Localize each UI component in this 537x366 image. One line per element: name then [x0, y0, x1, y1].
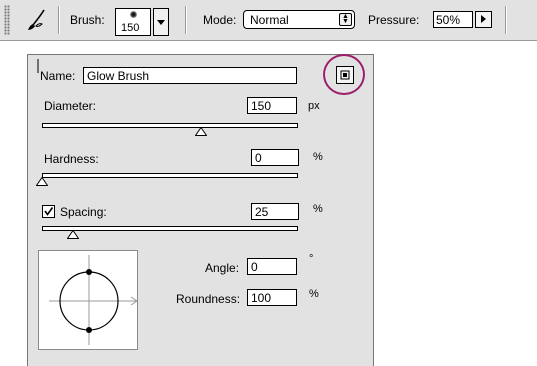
- spacing-unit: %: [313, 203, 323, 215]
- toolbar-separator: [505, 6, 507, 34]
- pressure-value: 50%: [436, 13, 461, 27]
- hardness-unit: %: [313, 151, 323, 163]
- angle-value: 0: [251, 260, 258, 274]
- angle-roundness-diagram-icon: [49, 255, 138, 345]
- up-down-stepper-icon: ▲ ▼: [339, 13, 352, 26]
- checkmark-icon: [44, 207, 54, 216]
- diameter-label: Diameter:: [44, 99, 97, 113]
- brush-shape-preview[interactable]: [38, 250, 138, 350]
- new-preset-button[interactable]: [336, 66, 354, 84]
- mode-select[interactable]: Normal ▲ ▼: [243, 10, 355, 29]
- soft-brush-tip-icon: [130, 11, 137, 18]
- spacing-label: Spacing:: [60, 205, 107, 219]
- diameter-input[interactable]: 150: [247, 97, 297, 114]
- hardness-slider-track[interactable]: [42, 173, 298, 178]
- options-bar: Brush: 150 Mode: Normal ▲ ▼ Pressure: 50%: [0, 0, 537, 41]
- pressure-input[interactable]: 50%: [433, 11, 473, 28]
- brush-size-readout: 150: [121, 22, 140, 34]
- roundness-label: Roundness:: [176, 292, 241, 306]
- diameter-slider-track[interactable]: [42, 123, 298, 128]
- new-brush-preset-icon: [340, 70, 350, 80]
- roundness-unit: %: [309, 288, 319, 300]
- brush-preset-preview[interactable]: 150: [115, 8, 151, 36]
- brush-name-input[interactable]: Glow Brush: [83, 67, 297, 84]
- toolbar-separator: [58, 6, 60, 34]
- brush-options-panel: Name: Glow Brush Diameter: 150 px Hardne…: [27, 54, 374, 366]
- mode-value: Normal: [250, 13, 289, 27]
- spacing-input[interactable]: 25: [251, 203, 299, 220]
- brush-tool-icon[interactable]: [24, 6, 52, 34]
- diameter-slider-thumb[interactable]: [194, 127, 207, 136]
- hardness-slider-thumb[interactable]: [36, 177, 48, 186]
- pressure-label: Pressure:: [368, 13, 420, 27]
- hardness-label: Hardness:: [44, 152, 99, 166]
- spacing-checkbox[interactable]: [42, 205, 55, 218]
- toolbar-grip[interactable]: [4, 5, 10, 35]
- spacing-slider-thumb[interactable]: [66, 230, 79, 239]
- hardness-value: 0: [255, 151, 262, 165]
- diameter-unit: px: [308, 100, 320, 112]
- angle-label: Angle:: [205, 261, 240, 275]
- brush-picker-dropdown-button[interactable]: [153, 8, 169, 36]
- pressure-slider-button[interactable]: [475, 11, 492, 28]
- hardness-input[interactable]: 0: [251, 149, 299, 166]
- roundness-value: 100: [251, 291, 272, 305]
- brush-name-value: Glow Brush: [87, 69, 150, 83]
- spacing-value: 25: [255, 205, 269, 219]
- toolbar-separator: [185, 6, 187, 34]
- diameter-value: 150: [251, 99, 272, 113]
- roundness-input[interactable]: 100: [247, 289, 297, 306]
- spacing-slider-track[interactable]: [42, 226, 298, 231]
- angle-unit: °: [309, 253, 314, 265]
- name-label: Name:: [40, 69, 76, 83]
- brush-label: Brush:: [70, 13, 105, 27]
- angle-input[interactable]: 0: [247, 258, 297, 275]
- mode-label: Mode:: [203, 13, 237, 27]
